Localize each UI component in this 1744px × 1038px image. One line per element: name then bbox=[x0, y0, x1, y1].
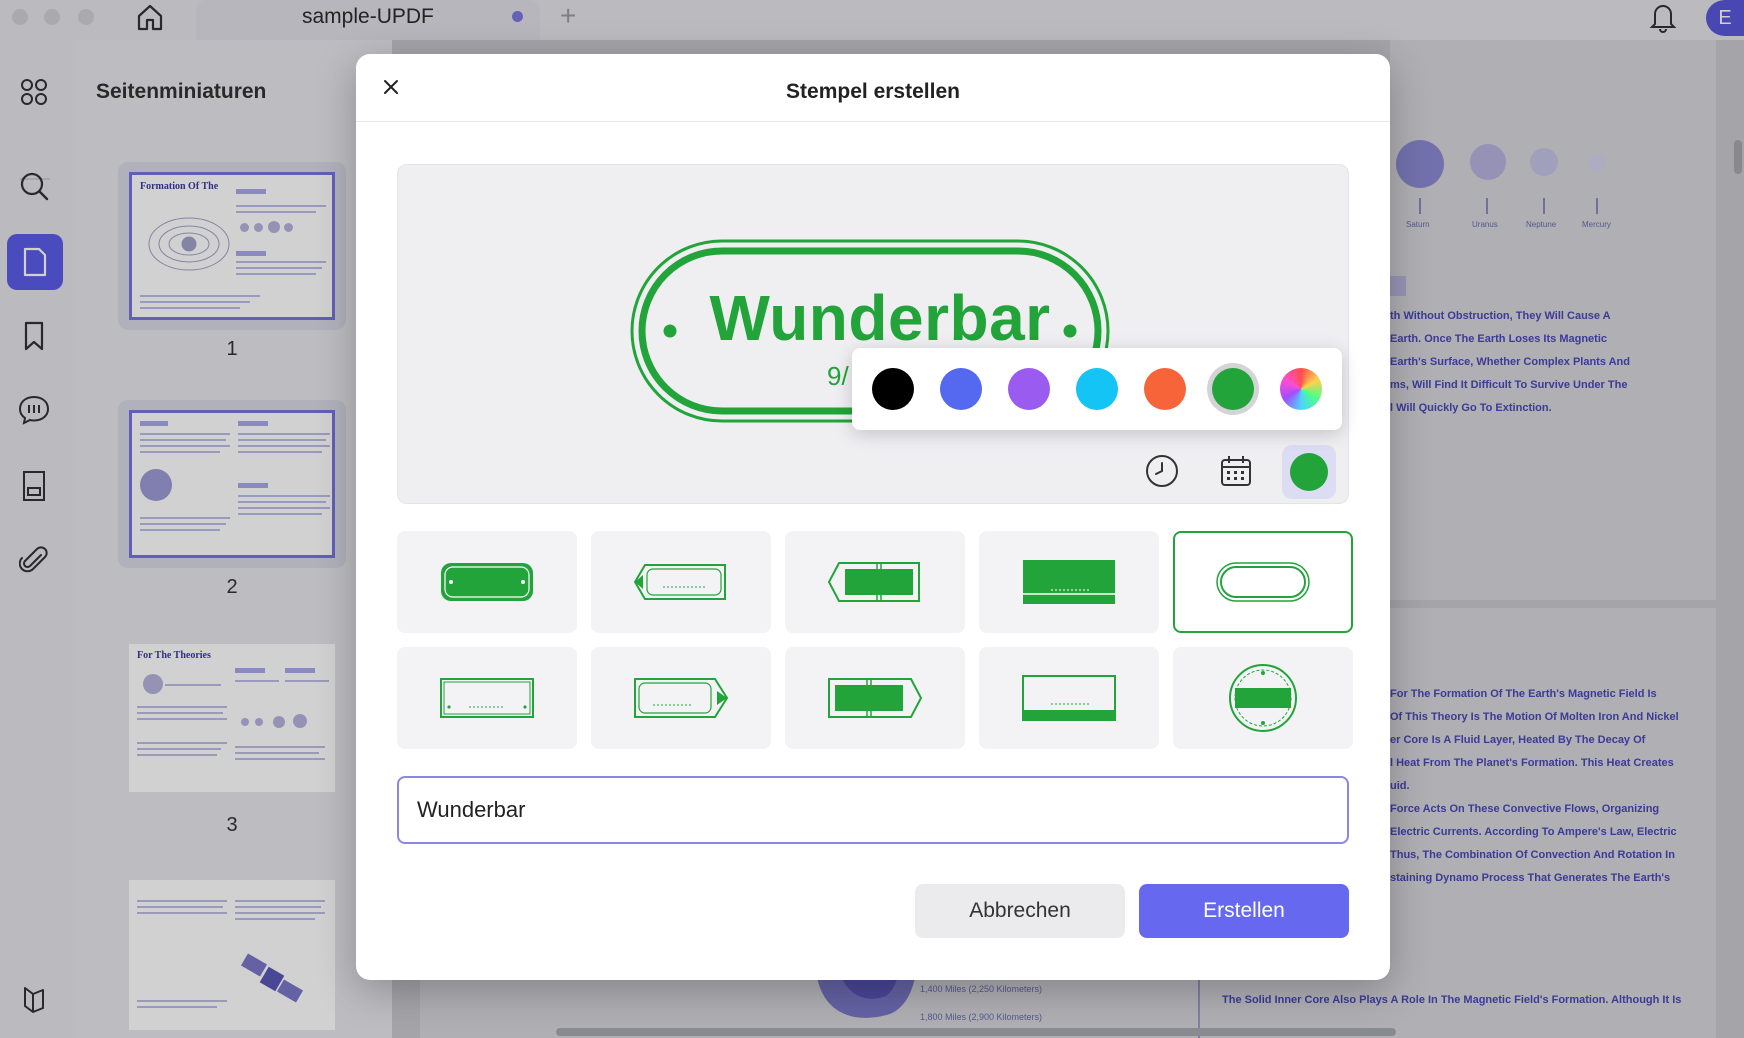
stamp-template-10[interactable] bbox=[1173, 647, 1353, 749]
color-swatch-cyan[interactable] bbox=[1076, 368, 1118, 410]
current-color-swatch bbox=[1290, 453, 1328, 491]
stamp-template-1[interactable] bbox=[397, 531, 577, 633]
dialog-title: Stempel erstellen bbox=[786, 80, 960, 103]
stamp-template-5-selected[interactable] bbox=[1173, 531, 1353, 633]
template-preview bbox=[827, 562, 920, 602]
template-preview bbox=[441, 563, 533, 601]
template-preview bbox=[1216, 562, 1310, 602]
create-stamp-dialog: Stempel erstellen Wunderbar 9/ Wunderbar… bbox=[356, 54, 1390, 980]
stamp-template-6[interactable] bbox=[397, 647, 577, 749]
color-swatch-orange[interactable] bbox=[1144, 368, 1186, 410]
stamp-preview: Wunderbar 9/ bbox=[397, 164, 1349, 504]
stamp-template-3[interactable] bbox=[785, 531, 965, 633]
cancel-button[interactable]: Abbrechen bbox=[915, 884, 1125, 938]
color-palette-popover bbox=[852, 348, 1342, 430]
stamp-template-9[interactable] bbox=[979, 647, 1159, 749]
template-preview bbox=[1023, 560, 1115, 604]
color-swatch-purple[interactable] bbox=[1008, 368, 1050, 410]
stamp-template-8[interactable] bbox=[785, 647, 965, 749]
color-swatch-custom[interactable] bbox=[1280, 368, 1322, 410]
stamp-template-7[interactable] bbox=[591, 647, 771, 749]
stamp-template-4[interactable] bbox=[979, 531, 1159, 633]
color-swatch-green[interactable] bbox=[1212, 368, 1254, 410]
create-button[interactable]: Erstellen bbox=[1139, 884, 1349, 938]
template-preview bbox=[634, 678, 729, 718]
date-toggle-button[interactable] bbox=[1214, 449, 1258, 493]
dialog-header: Stempel erstellen bbox=[356, 54, 1390, 122]
stamp-preview-text: Wunderbar bbox=[709, 282, 1051, 354]
stamp-preview-date: 9/ bbox=[827, 361, 849, 391]
stamp-text-input[interactable] bbox=[397, 776, 1349, 844]
template-preview bbox=[828, 678, 923, 718]
template-preview bbox=[633, 564, 726, 600]
color-picker-button[interactable] bbox=[1282, 445, 1336, 499]
template-preview bbox=[1229, 664, 1297, 732]
calendar-icon bbox=[1221, 456, 1251, 486]
template-preview bbox=[1022, 675, 1116, 721]
time-toggle-button[interactable] bbox=[1140, 449, 1184, 493]
color-swatch-black[interactable] bbox=[872, 368, 914, 410]
clock-icon bbox=[1146, 455, 1178, 487]
color-swatch-blue[interactable] bbox=[940, 368, 982, 410]
stamp-template-2[interactable] bbox=[591, 531, 771, 633]
template-preview bbox=[440, 678, 534, 718]
